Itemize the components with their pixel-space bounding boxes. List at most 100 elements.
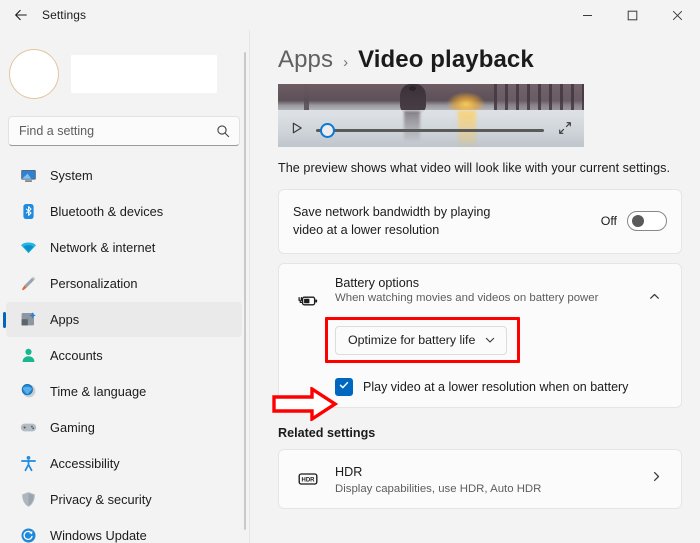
window-title: Settings bbox=[42, 8, 86, 22]
toggle-knob bbox=[632, 215, 644, 227]
update-icon bbox=[18, 526, 38, 543]
paintbrush-icon bbox=[18, 274, 38, 294]
search-box[interactable] bbox=[8, 116, 240, 146]
fullscreen-button[interactable] bbox=[556, 122, 574, 140]
sidebar-item-accounts[interactable]: Accounts bbox=[6, 338, 242, 373]
breadcrumb-parent[interactable]: Apps bbox=[278, 46, 333, 74]
battery-options-title: Battery options bbox=[335, 276, 641, 290]
lower-resolution-checkbox-label: Play video at a lower resolution when on… bbox=[363, 380, 628, 394]
battery-dropdown-zone: Optimize for battery life bbox=[335, 326, 535, 355]
sidebar-item-label: Time & language bbox=[50, 384, 146, 399]
shield-icon bbox=[18, 490, 38, 510]
profile-name-redacted bbox=[71, 55, 217, 93]
maximize-icon bbox=[627, 10, 638, 21]
sidebar-item-label: Accessibility bbox=[50, 456, 120, 471]
minimize-button[interactable] bbox=[565, 0, 610, 30]
hdr-subtitle: Display capabilities, use HDR, Auto HDR bbox=[335, 483, 645, 495]
battery-options-text: Battery options When watching movies and… bbox=[335, 274, 641, 304]
bluetooth-icon bbox=[18, 202, 38, 222]
play-button[interactable] bbox=[288, 122, 306, 140]
sidebar-item-gaming[interactable]: Gaming bbox=[6, 410, 242, 445]
search-input[interactable] bbox=[9, 124, 239, 138]
battery-options-subtitle: When watching movies and videos on batte… bbox=[335, 292, 641, 304]
bandwidth-toggle[interactable] bbox=[627, 211, 667, 231]
settings-window: Settings bbox=[0, 0, 700, 543]
sidebar-item-network-internet[interactable]: Network & internet bbox=[6, 230, 242, 265]
sidebar-item-label: Network & internet bbox=[50, 240, 155, 255]
system-icon bbox=[18, 166, 38, 186]
sidebar-item-apps[interactable]: Apps bbox=[6, 302, 242, 337]
sidebar-item-label: Windows Update bbox=[50, 528, 147, 543]
sidebar-item-label: Gaming bbox=[50, 420, 95, 435]
video-art-rail-left bbox=[304, 84, 309, 110]
video-art-figure-head bbox=[409, 86, 416, 91]
preview-note: The preview shows what video will look l… bbox=[278, 161, 700, 175]
account-icon bbox=[18, 346, 38, 366]
lower-resolution-checkbox[interactable] bbox=[335, 378, 353, 396]
gamepad-icon bbox=[18, 418, 38, 438]
sidebar-item-system[interactable]: System bbox=[6, 158, 242, 193]
window-controls bbox=[565, 0, 700, 30]
hdr-row[interactable]: HDR HDR Display capabilities, use HDR, A… bbox=[279, 450, 681, 508]
battery-mode-dropdown[interactable]: Optimize for battery life bbox=[335, 326, 507, 355]
sidebar-item-label: Bluetooth & devices bbox=[50, 204, 163, 219]
battery-options-body: Battery options When watching movies and… bbox=[279, 264, 681, 367]
title-bar: Settings bbox=[0, 0, 700, 30]
sidebar-scrollbar[interactable] bbox=[244, 52, 246, 530]
clock-globe-icon bbox=[18, 382, 38, 402]
battery-options-header[interactable]: Battery options When watching movies and… bbox=[293, 274, 667, 314]
back-arrow-icon bbox=[13, 7, 29, 23]
battery-options-card: Battery options When watching movies and… bbox=[278, 263, 682, 408]
bandwidth-text: Save network bandwidth by playing video … bbox=[293, 203, 601, 240]
bandwidth-title-line2: video at a lower resolution bbox=[293, 221, 601, 239]
avatar bbox=[10, 50, 58, 98]
hdr-chevron[interactable] bbox=[645, 468, 667, 490]
battery-charging-icon bbox=[295, 288, 321, 314]
sidebar-item-label: Accounts bbox=[50, 348, 103, 363]
checkmark-icon bbox=[338, 378, 350, 396]
search-icon bbox=[216, 124, 230, 138]
lower-resolution-checkbox-row[interactable]: Play video at a lower resolution when on… bbox=[335, 367, 681, 407]
apps-icon bbox=[18, 310, 38, 330]
sidebar-item-bluetooth-devices[interactable]: Bluetooth & devices bbox=[6, 194, 242, 229]
breadcrumb: Apps › Video playback bbox=[250, 30, 700, 74]
hdr-icon: HDR bbox=[295, 466, 321, 492]
chevron-right-icon bbox=[650, 470, 663, 488]
sidebar-item-label: Personalization bbox=[50, 276, 138, 291]
profile-block[interactable] bbox=[0, 30, 250, 102]
seek-slider[interactable] bbox=[316, 122, 544, 140]
sidebar-item-label: System bbox=[50, 168, 93, 183]
hdr-title: HDR bbox=[335, 463, 645, 481]
play-icon bbox=[290, 121, 304, 140]
svg-text:HDR: HDR bbox=[302, 477, 316, 483]
wifi-icon bbox=[18, 238, 38, 258]
sidebar-item-privacy-security[interactable]: Privacy & security bbox=[6, 482, 242, 517]
chevron-down-icon bbox=[484, 334, 496, 346]
bandwidth-row[interactable]: Save network bandwidth by playing video … bbox=[279, 190, 681, 253]
bandwidth-card: Save network bandwidth by playing video … bbox=[278, 189, 682, 254]
sidebar-item-label: Privacy & security bbox=[50, 492, 152, 507]
seek-thumb[interactable] bbox=[320, 123, 335, 138]
video-preview[interactable] bbox=[278, 84, 584, 147]
minimize-icon bbox=[582, 10, 593, 21]
maximize-button[interactable] bbox=[610, 0, 655, 30]
sidebar-item-time-language[interactable]: Time & language bbox=[6, 374, 242, 409]
hdr-text: HDR Display capabilities, use HDR, Auto … bbox=[335, 463, 645, 495]
bandwidth-title-line1: Save network bandwidth by playing bbox=[293, 203, 601, 221]
sidebar-item-personalization[interactable]: Personalization bbox=[6, 266, 242, 301]
breadcrumb-separator-icon: › bbox=[343, 54, 348, 71]
video-art-rail-right bbox=[494, 84, 584, 110]
battery-options-expander[interactable] bbox=[641, 286, 667, 312]
seek-track bbox=[316, 129, 544, 132]
video-controls bbox=[278, 114, 584, 147]
sidebar-item-windows-update[interactable]: Windows Update bbox=[6, 518, 242, 543]
sidebar-item-accessibility[interactable]: Accessibility bbox=[6, 446, 242, 481]
back-button[interactable] bbox=[4, 1, 38, 29]
accessibility-icon bbox=[18, 454, 38, 474]
close-button[interactable] bbox=[655, 0, 700, 30]
battery-mode-value: Optimize for battery life bbox=[348, 333, 476, 347]
sidebar-nav: System Bluetooth & devices bbox=[0, 158, 250, 543]
main-content: Apps › Video playback bbox=[250, 30, 700, 543]
chevron-up-icon bbox=[648, 290, 661, 308]
sidebar: System Bluetooth & devices bbox=[0, 30, 250, 543]
